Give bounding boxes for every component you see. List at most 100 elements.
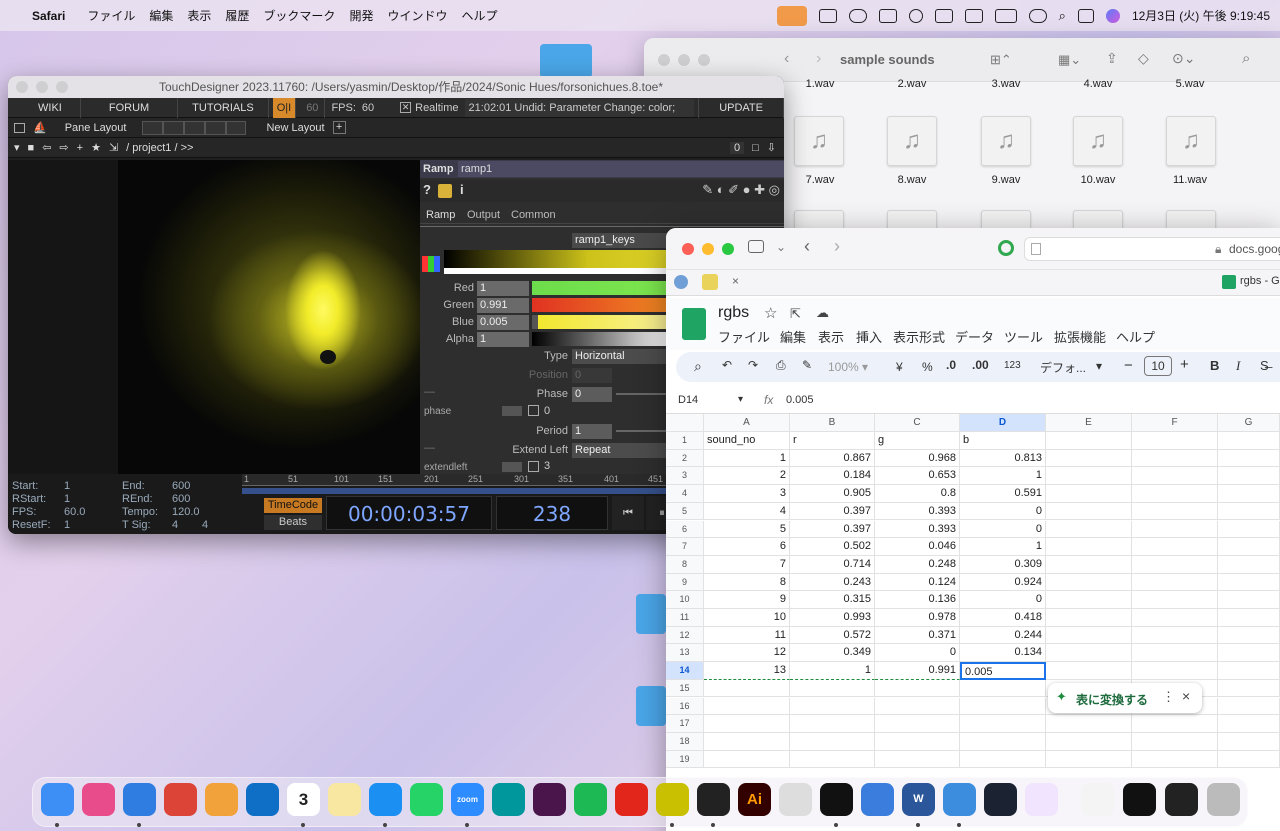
- font-size-field[interactable]: 10: [1144, 356, 1172, 376]
- empty-cell[interactable]: [1218, 679, 1280, 698]
- empty-cell[interactable]: [1046, 467, 1132, 486]
- row-header[interactable]: 1: [666, 432, 704, 450]
- table-cell[interactable]: 0.418: [960, 609, 1046, 627]
- search-icon[interactable]: ⌕: [1059, 8, 1066, 24]
- column-header[interactable]: F: [1132, 414, 1218, 432]
- empty-cell[interactable]: [1132, 732, 1218, 751]
- font-size-decrease[interactable]: −: [1124, 357, 1133, 374]
- empty-cell[interactable]: [875, 697, 960, 716]
- empty-cell[interactable]: [1132, 609, 1218, 627]
- table-cell[interactable]: b: [960, 432, 1046, 450]
- zoom-icon[interactable]: zoom: [451, 783, 484, 816]
- row-header[interactable]: 6: [666, 520, 704, 539]
- word-icon[interactable]: W: [902, 783, 935, 816]
- desktop-folder[interactable]: [540, 44, 592, 78]
- python-help-icon[interactable]: [438, 184, 452, 198]
- table-cell[interactable]: 0.046: [875, 538, 960, 556]
- menu-file[interactable]: ファイル: [718, 327, 770, 346]
- table-cell[interactable]: 0.124: [875, 573, 960, 592]
- table-cell[interactable]: 0.905: [790, 485, 875, 503]
- menu-clock[interactable]: 12月3日 (火) 午後 9:19:45: [1132, 7, 1270, 24]
- resetf-value[interactable]: 1: [64, 519, 70, 531]
- table-cell[interactable]: 0.243: [790, 573, 875, 592]
- empty-cell[interactable]: [1218, 432, 1280, 450]
- empty-cell[interactable]: [1046, 520, 1132, 539]
- dat-field[interactable]: ramp1_keys: [572, 233, 672, 248]
- empty-cell[interactable]: [1132, 555, 1218, 574]
- menu-icon[interactable]: ▾: [14, 141, 20, 154]
- tab-common[interactable]: Common: [511, 209, 556, 221]
- table-cell[interactable]: 0.714: [790, 555, 875, 574]
- table-cell[interactable]: 0.393: [875, 520, 960, 539]
- file-label[interactable]: 7.wav: [780, 174, 860, 186]
- file-label[interactable]: 8.wav: [872, 174, 952, 186]
- table-cell[interactable]: 0: [875, 644, 960, 663]
- empty-cell[interactable]: [1046, 591, 1132, 609]
- empty-cell[interactable]: [960, 750, 1046, 769]
- control-center-icon[interactable]: [1077, 8, 1094, 23]
- pin-icon[interactable]: ⇩: [767, 141, 776, 154]
- end-value[interactable]: 600: [172, 480, 190, 492]
- table-cell[interactable]: 0.005: [960, 662, 1046, 680]
- screen1-icon[interactable]: [1123, 783, 1156, 816]
- tab-ramp[interactable]: Ramp: [426, 209, 455, 221]
- slack-icon[interactable]: [533, 783, 566, 816]
- table-cell[interactable]: 0.244: [960, 626, 1046, 645]
- acrobat-icon[interactable]: [615, 783, 648, 816]
- home-icon[interactable]: ⛵: [33, 121, 47, 134]
- undo-icon[interactable]: ↶: [722, 358, 732, 372]
- row-header[interactable]: 16: [666, 697, 704, 716]
- notes-icon[interactable]: [328, 783, 361, 816]
- green-slider[interactable]: [532, 298, 672, 312]
- empty-cell[interactable]: [1218, 662, 1280, 680]
- star-icon[interactable]: ☆: [764, 304, 777, 322]
- zoom-select[interactable]: 100%: [828, 360, 859, 374]
- empty-cell[interactable]: [1218, 591, 1280, 609]
- table-cell[interactable]: 0.309: [960, 555, 1046, 574]
- table-cell[interactable]: 0.349: [790, 644, 875, 663]
- row-header[interactable]: 2: [666, 449, 704, 468]
- tutorials-button[interactable]: TUTORIALS: [178, 97, 269, 118]
- empty-cell[interactable]: [1132, 626, 1218, 645]
- empty-cell[interactable]: [704, 732, 790, 751]
- empty-cell[interactable]: [1046, 555, 1132, 574]
- timecode-toggle[interactable]: TimeCode: [264, 498, 322, 513]
- table-cell[interactable]: 0.653: [875, 467, 960, 486]
- empty-cell[interactable]: [1046, 432, 1132, 450]
- file-label[interactable]: 5.wav: [1150, 78, 1230, 90]
- table-cell[interactable]: 2: [704, 467, 790, 486]
- menu-file[interactable]: ファイル: [87, 7, 135, 24]
- add-icon[interactable]: +: [77, 142, 83, 154]
- siri-icon[interactable]: [1105, 8, 1120, 23]
- table-cell[interactable]: 11: [704, 626, 790, 645]
- sequence-checkbox[interactable]: [528, 405, 539, 416]
- table-cell[interactable]: 0.813: [960, 449, 1046, 468]
- finder-icon[interactable]: [41, 783, 74, 816]
- empty-cell[interactable]: [1218, 449, 1280, 468]
- ramp-preview[interactable]: [444, 250, 684, 268]
- table-cell[interactable]: 1: [960, 467, 1046, 486]
- menu-view[interactable]: 表示: [187, 7, 211, 24]
- row-header[interactable]: 15: [666, 679, 704, 698]
- table-cell[interactable]: 0.248: [875, 555, 960, 574]
- table-cell[interactable]: 6: [704, 538, 790, 556]
- pane-icon[interactable]: [14, 122, 25, 133]
- maximize-icon[interactable]: □: [752, 142, 759, 154]
- row-header[interactable]: 4: [666, 485, 704, 503]
- window-controls[interactable]: [658, 54, 710, 66]
- table-cell[interactable]: 0.397: [790, 502, 875, 521]
- row-header[interactable]: 3: [666, 467, 704, 486]
- audio-file-icon[interactable]: ♫: [794, 116, 844, 166]
- menu-tools[interactable]: ツール: [1004, 327, 1043, 346]
- sequence-checkbox[interactable]: [528, 461, 539, 472]
- table-cell[interactable]: 0.315: [790, 591, 875, 609]
- chevron-down-icon[interactable]: ⌄: [776, 240, 786, 254]
- table-cell[interactable]: 0.134: [960, 644, 1046, 663]
- input-source-icon[interactable]: [964, 8, 983, 23]
- grid-view-icon[interactable]: ⊞⌃: [990, 52, 1012, 68]
- formula-input[interactable]: 0.005: [786, 394, 814, 406]
- empty-cell[interactable]: [1132, 449, 1218, 468]
- address-bar[interactable]: 🔒︎ docs.goog: [1024, 237, 1280, 261]
- tsig-value-1[interactable]: 4: [172, 519, 178, 531]
- column-header[interactable]: A: [704, 414, 790, 432]
